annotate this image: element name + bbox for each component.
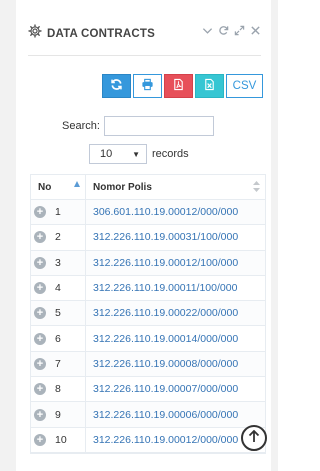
search-row: Search: — [62, 116, 214, 136]
header-divider — [28, 55, 261, 56]
panel-tools — [202, 25, 261, 36]
policy-number-link[interactable]: 312.226.110.19.00007/000/000 — [86, 383, 265, 395]
print-button[interactable] — [133, 74, 162, 98]
expand-row-icon[interactable]: + — [34, 282, 46, 295]
row-number-cell: +3 — [31, 250, 86, 275]
records-label: records — [152, 148, 189, 160]
sort-ascending-icon — [74, 181, 80, 187]
expand-row-icon[interactable]: + — [34, 206, 46, 219]
row-number-cell: +5 — [31, 301, 86, 326]
row-number-cell: +9 — [31, 402, 86, 427]
row-number-cell: +10 — [31, 427, 86, 452]
excel-icon — [203, 78, 216, 94]
expand-row-icon[interactable]: + — [34, 433, 46, 446]
chevron-down-icon: ▼ — [132, 150, 140, 159]
panel-title: DATA CONTRACTS — [47, 27, 155, 40]
expand-icon[interactable] — [234, 25, 245, 36]
table-row[interactable]: +5 312.226.110.19.00022/000/000 — [31, 301, 265, 327]
search-input[interactable] — [103, 116, 214, 136]
reload-button[interactable] — [102, 74, 131, 98]
chevron-down-icon[interactable] — [202, 25, 213, 36]
close-icon[interactable] — [250, 25, 261, 36]
expand-row-icon[interactable]: + — [34, 357, 46, 370]
row-number: 2 — [55, 231, 61, 244]
expand-row-icon[interactable]: + — [34, 383, 46, 396]
row-number-cell: +4 — [31, 275, 86, 301]
table-body: +1 306.601.110.19.00012/000/000 +2 312.226.… — [31, 200, 265, 453]
search-label: Search: — [62, 120, 100, 132]
reload-icon — [110, 78, 123, 94]
column-header-polis-label: Nomor Polis — [93, 181, 152, 193]
pdf-icon — [172, 78, 185, 94]
arrow-up-icon — [248, 429, 260, 448]
column-header-no[interactable]: No — [31, 175, 86, 199]
expand-row-icon[interactable]: + — [34, 307, 46, 320]
row-number: 10 — [55, 433, 67, 446]
policy-number-link[interactable]: 312.226.110.19.00012/000/000 — [86, 434, 265, 446]
scroll-to-top-button[interactable] — [241, 425, 267, 451]
table-row[interactable]: +3 312.226.110.19.00012/100/000 — [31, 250, 265, 276]
export-toolbar: CSV — [102, 74, 263, 98]
page-length-row: 10 ▼ records — [89, 144, 189, 164]
policy-number-link[interactable]: 312.226.110.19.00014/000/000 — [86, 333, 265, 345]
row-number-cell: +8 — [31, 377, 86, 402]
table-row[interactable]: +1 306.601.110.19.00012/000/000 — [31, 200, 265, 226]
table-row[interactable]: +6 312.226.110.19.00014/000/000 — [31, 326, 265, 352]
row-number-cell: +1 — [31, 200, 86, 225]
row-number-cell: +2 — [31, 225, 86, 250]
panel-header: DATA CONTRACTS — [28, 22, 261, 50]
policy-number-link[interactable]: 312.226.110.19.00022/000/000 — [86, 307, 265, 319]
left-frame — [0, 0, 16, 471]
column-header-nomor-polis[interactable]: Nomor Polis — [86, 175, 265, 199]
excel-button[interactable] — [195, 74, 224, 98]
row-number-cell: +6 — [31, 326, 86, 351]
csv-button[interactable]: CSV — [226, 74, 263, 98]
row-number: 7 — [55, 357, 61, 370]
row-number: 4 — [55, 282, 61, 295]
expand-row-icon[interactable]: + — [34, 408, 46, 421]
print-icon — [141, 78, 154, 94]
gear-icon — [28, 24, 47, 43]
policy-number-link[interactable]: 312.226.110.19.00012/100/000 — [86, 257, 265, 269]
table-header: No Nomor Polis — [31, 175, 265, 200]
policy-number-link[interactable]: 312.226.110.19.00031/100/000 — [86, 231, 265, 243]
page-length-value: 10 — [100, 148, 113, 160]
table-row[interactable]: +8 312.226.110.19.00007/000/000 — [31, 377, 265, 403]
table-row[interactable]: +10 312.226.110.19.00012/000/000 — [31, 427, 265, 453]
policy-number-link[interactable]: 306.601.110.19.00012/000/000 — [86, 206, 265, 218]
data-contracts-panel: DATA CONTRACTS CSV Search: 10 ▼ records … — [16, 0, 271, 471]
row-number: 6 — [55, 332, 61, 345]
page-length-select[interactable]: 10 ▼ — [89, 144, 147, 164]
expand-row-icon[interactable]: + — [34, 231, 46, 244]
table-row[interactable]: +4 312.226.110.19.00011/100/000 — [31, 275, 265, 302]
row-number: 1 — [55, 206, 61, 219]
row-number: 8 — [55, 383, 61, 396]
row-number: 9 — [55, 408, 61, 421]
reload-icon[interactable] — [218, 25, 229, 36]
table-row[interactable]: +2 312.226.110.19.00031/100/000 — [31, 225, 265, 251]
expand-row-icon[interactable]: + — [34, 256, 46, 269]
column-header-no-label: No — [38, 181, 52, 193]
pdf-button[interactable] — [164, 74, 193, 98]
policy-number-link[interactable]: 312.226.110.19.00008/000/000 — [86, 358, 265, 370]
contracts-table: No Nomor Polis +1 306.601.110.19.00012/00… — [30, 174, 266, 454]
table-row[interactable]: +7 312.226.110.19.00008/000/000 — [31, 351, 265, 378]
row-number-cell: +7 — [31, 351, 86, 377]
row-number: 3 — [55, 256, 61, 269]
sort-both-icon — [253, 181, 260, 192]
expand-row-icon[interactable]: + — [34, 332, 46, 345]
panel-title-wrap: DATA CONTRACTS — [28, 24, 155, 43]
right-frame — [271, 0, 278, 471]
policy-number-link[interactable]: 312.226.110.19.00011/100/000 — [86, 282, 265, 294]
row-number: 5 — [55, 307, 61, 320]
policy-number-link[interactable]: 312.226.110.19.00006/000/000 — [86, 409, 265, 421]
table-row[interactable]: +9 312.226.110.19.00006/000/000 — [31, 402, 265, 428]
